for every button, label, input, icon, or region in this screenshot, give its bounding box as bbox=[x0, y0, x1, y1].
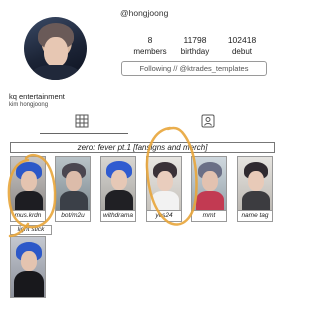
stat-debut-label: debut bbox=[231, 47, 253, 56]
photocard-label: withdrama bbox=[101, 210, 135, 221]
photocard-image bbox=[238, 157, 272, 213]
tagged-person-icon[interactable] bbox=[201, 114, 215, 128]
profile-avatar[interactable] bbox=[24, 17, 87, 80]
avatar-shirt bbox=[32, 65, 80, 80]
grid-icon[interactable] bbox=[75, 114, 89, 128]
photocard-image bbox=[147, 157, 181, 213]
photocard-label: name tag bbox=[238, 210, 272, 221]
stat-members-value: 8 bbox=[147, 35, 153, 45]
photocard-3[interactable]: withdrama bbox=[100, 156, 136, 222]
photocard-label: mmt bbox=[192, 210, 226, 221]
photocard-image bbox=[11, 237, 45, 297]
stat-birthday-value: 11798 bbox=[183, 35, 207, 45]
profile-username[interactable]: @hongjoong bbox=[120, 8, 168, 18]
stat-members-label: members bbox=[133, 47, 167, 56]
photocard-6[interactable]: name tag bbox=[237, 156, 273, 222]
photocard-label: bot/m2u bbox=[56, 210, 90, 221]
row2-label: light stick bbox=[10, 225, 52, 235]
avatar-face bbox=[44, 37, 68, 67]
active-tab-indicator bbox=[40, 133, 128, 134]
photocard-image bbox=[11, 157, 45, 213]
stat-birthday: 11798 birthday bbox=[175, 35, 215, 57]
photocard-2[interactable]: bot/m2u bbox=[55, 156, 91, 222]
stat-debut-value: 102418 bbox=[227, 35, 257, 45]
following-button[interactable]: Following // @ktrades_templates bbox=[121, 61, 267, 76]
bio-name: kq entertainment bbox=[9, 92, 65, 101]
stat-debut: 102418 debut bbox=[220, 35, 264, 57]
section-title: zero: fever pt.1 [fansigns and merch] bbox=[10, 142, 275, 153]
stat-members: 8 members bbox=[130, 35, 170, 57]
bio-subtitle: kim hongjoong bbox=[9, 102, 49, 108]
stat-birthday-label: birthday bbox=[180, 47, 210, 56]
photocard-label: mus.krdn bbox=[11, 210, 45, 221]
photocard-label: yes24 bbox=[147, 210, 181, 221]
photocard-image bbox=[192, 157, 226, 213]
photocard-image bbox=[101, 157, 135, 213]
photocard-5[interactable]: mmt bbox=[191, 156, 227, 222]
photocard-image bbox=[56, 157, 90, 213]
photocard-1[interactable]: mus.krdn bbox=[10, 156, 46, 222]
photocard-4[interactable]: yes24 bbox=[146, 156, 182, 222]
photocard-7[interactable] bbox=[10, 236, 46, 298]
